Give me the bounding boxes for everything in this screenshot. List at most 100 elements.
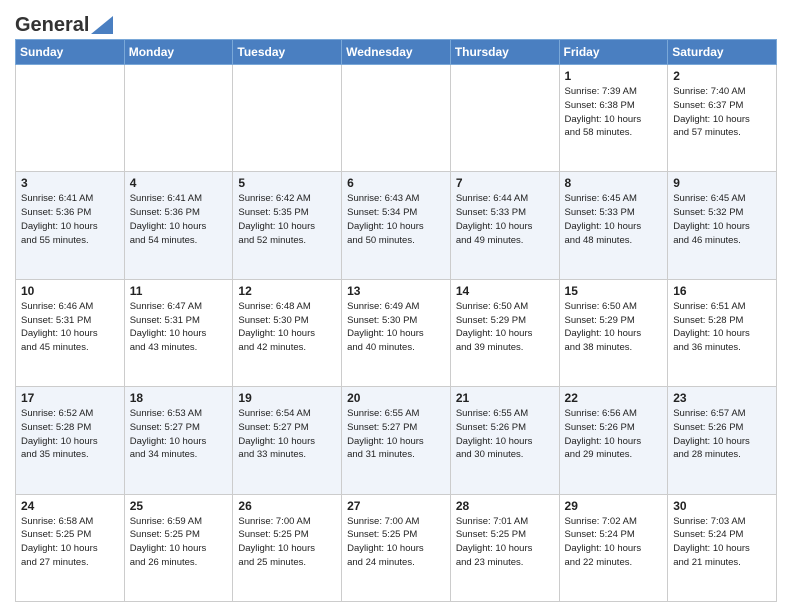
day-cell: 30 Sunrise: 7:03 AM Sunset: 5:24 PM Dayli… bbox=[668, 494, 777, 601]
day-cell: 4Sunrise: 6:41 AM Sunset: 5:36 PM Daylig… bbox=[124, 172, 233, 279]
header-cell-thursday: Thursday bbox=[450, 40, 559, 65]
day-info: Sunrise: 6:52 AM Sunset: 5:28 PM Dayligh… bbox=[21, 407, 119, 462]
day-cell: 9 Sunrise: 6:45 AM Sunset: 5:32 PM Daylig… bbox=[668, 172, 777, 279]
day-number: 20 bbox=[347, 391, 445, 405]
day-cell: 13Sunrise: 6:49 AM Sunset: 5:30 PM Dayli… bbox=[342, 279, 451, 386]
day-number: 7 bbox=[456, 176, 554, 190]
day-number: 3 bbox=[21, 176, 119, 190]
day-cell: 19Sunrise: 6:54 AM Sunset: 5:27 PM Dayli… bbox=[233, 387, 342, 494]
day-cell: 1 Sunrise: 7:39 AM Sunset: 6:38 PM Daylig… bbox=[559, 65, 668, 172]
day-number: 30 bbox=[673, 499, 771, 513]
day-cell: 23Sunrise: 6:57 AM Sunset: 5:26 PM Dayli… bbox=[668, 387, 777, 494]
day-number: 23 bbox=[673, 391, 771, 405]
day-info: Sunrise: 6:41 AM Sunset: 5:36 PM Dayligh… bbox=[21, 192, 119, 247]
week-row-2: 10 Sunrise: 6:46 AM Sunset: 5:31 PM Dayli… bbox=[16, 279, 777, 386]
day-number: 2 bbox=[673, 69, 771, 83]
calendar-header: SundayMondayTuesdayWednesdayThursdayFrid… bbox=[16, 40, 777, 65]
day-cell: 10 Sunrise: 6:46 AM Sunset: 5:31 PM Dayli… bbox=[16, 279, 125, 386]
day-info: Sunrise: 7:03 AM Sunset: 5:24 PM Dayligh… bbox=[673, 515, 771, 570]
day-number: 17 bbox=[21, 391, 119, 405]
day-cell bbox=[342, 65, 451, 172]
day-cell: 27 Sunrise: 7:00 AM Sunset: 5:25 PM Dayli… bbox=[342, 494, 451, 601]
day-cell: 28 Sunrise: 7:01 AM Sunset: 5:25 PM Dayli… bbox=[450, 494, 559, 601]
day-info: Sunrise: 7:02 AM Sunset: 5:24 PM Dayligh… bbox=[565, 515, 663, 570]
day-cell: 24 Sunrise: 6:58 AM Sunset: 5:25 PM Dayli… bbox=[16, 494, 125, 601]
day-info: Sunrise: 6:55 AM Sunset: 5:27 PM Dayligh… bbox=[347, 407, 445, 462]
day-number: 22 bbox=[565, 391, 663, 405]
day-cell bbox=[124, 65, 233, 172]
day-number: 11 bbox=[130, 284, 228, 298]
day-number: 8 bbox=[565, 176, 663, 190]
header-cell-friday: Friday bbox=[559, 40, 668, 65]
day-cell: 25 Sunrise: 6:59 AM Sunset: 5:25 PM Dayli… bbox=[124, 494, 233, 601]
header-row: SundayMondayTuesdayWednesdayThursdayFrid… bbox=[16, 40, 777, 65]
day-cell: 5Sunrise: 6:42 AM Sunset: 5:35 PM Daylig… bbox=[233, 172, 342, 279]
calendar: SundayMondayTuesdayWednesdayThursdayFrid… bbox=[15, 39, 777, 602]
day-cell bbox=[450, 65, 559, 172]
day-number: 10 bbox=[21, 284, 119, 298]
logo-icon bbox=[91, 16, 113, 34]
day-info: Sunrise: 6:51 AM Sunset: 5:28 PM Dayligh… bbox=[673, 300, 771, 355]
day-cell: 17 Sunrise: 6:52 AM Sunset: 5:28 PM Dayli… bbox=[16, 387, 125, 494]
day-number: 15 bbox=[565, 284, 663, 298]
header-cell-sunday: Sunday bbox=[16, 40, 125, 65]
day-number: 25 bbox=[130, 499, 228, 513]
day-number: 1 bbox=[565, 69, 663, 83]
week-row-1: 3 Sunrise: 6:41 AM Sunset: 5:36 PM Daylig… bbox=[16, 172, 777, 279]
day-cell: 16 Sunrise: 6:51 AM Sunset: 5:28 PM Dayli… bbox=[668, 279, 777, 386]
day-number: 19 bbox=[238, 391, 336, 405]
day-cell: 8Sunrise: 6:45 AM Sunset: 5:33 PM Daylig… bbox=[559, 172, 668, 279]
day-info: Sunrise: 7:40 AM Sunset: 6:37 PM Dayligh… bbox=[673, 85, 771, 140]
header-cell-wednesday: Wednesday bbox=[342, 40, 451, 65]
day-number: 14 bbox=[456, 284, 554, 298]
day-number: 4 bbox=[130, 176, 228, 190]
day-number: 5 bbox=[238, 176, 336, 190]
day-cell: 14 Sunrise: 6:50 AM Sunset: 5:29 PM Dayli… bbox=[450, 279, 559, 386]
day-cell: 3 Sunrise: 6:41 AM Sunset: 5:36 PM Daylig… bbox=[16, 172, 125, 279]
header-cell-tuesday: Tuesday bbox=[233, 40, 342, 65]
day-info: Sunrise: 7:39 AM Sunset: 6:38 PM Dayligh… bbox=[565, 85, 663, 140]
header-cell-monday: Monday bbox=[124, 40, 233, 65]
day-info: Sunrise: 6:47 AM Sunset: 5:31 PM Dayligh… bbox=[130, 300, 228, 355]
day-cell: 21 Sunrise: 6:55 AM Sunset: 5:26 PM Dayli… bbox=[450, 387, 559, 494]
header-cell-saturday: Saturday bbox=[668, 40, 777, 65]
day-cell: 11 Sunrise: 6:47 AM Sunset: 5:31 PM Dayli… bbox=[124, 279, 233, 386]
day-info: Sunrise: 6:53 AM Sunset: 5:27 PM Dayligh… bbox=[130, 407, 228, 462]
day-number: 28 bbox=[456, 499, 554, 513]
day-info: Sunrise: 7:00 AM Sunset: 5:25 PM Dayligh… bbox=[238, 515, 336, 570]
day-info: Sunrise: 6:43 AM Sunset: 5:34 PM Dayligh… bbox=[347, 192, 445, 247]
day-cell: 26Sunrise: 7:00 AM Sunset: 5:25 PM Dayli… bbox=[233, 494, 342, 601]
day-info: Sunrise: 6:46 AM Sunset: 5:31 PM Dayligh… bbox=[21, 300, 119, 355]
header: General bbox=[15, 10, 777, 33]
logo: General bbox=[15, 14, 113, 33]
day-cell bbox=[16, 65, 125, 172]
day-info: Sunrise: 6:45 AM Sunset: 5:32 PM Dayligh… bbox=[673, 192, 771, 247]
day-info: Sunrise: 6:50 AM Sunset: 5:29 PM Dayligh… bbox=[565, 300, 663, 355]
day-info: Sunrise: 6:58 AM Sunset: 5:25 PM Dayligh… bbox=[21, 515, 119, 570]
day-info: Sunrise: 7:01 AM Sunset: 5:25 PM Dayligh… bbox=[456, 515, 554, 570]
day-number: 27 bbox=[347, 499, 445, 513]
day-cell: 6Sunrise: 6:43 AM Sunset: 5:34 PM Daylig… bbox=[342, 172, 451, 279]
week-row-4: 24 Sunrise: 6:58 AM Sunset: 5:25 PM Dayli… bbox=[16, 494, 777, 601]
day-cell: 29 Sunrise: 7:02 AM Sunset: 5:24 PM Dayli… bbox=[559, 494, 668, 601]
page: General SundayMondayTuesdayWednesdayThur… bbox=[0, 0, 792, 612]
day-info: Sunrise: 6:55 AM Sunset: 5:26 PM Dayligh… bbox=[456, 407, 554, 462]
day-number: 21 bbox=[456, 391, 554, 405]
day-cell: 12 Sunrise: 6:48 AM Sunset: 5:30 PM Dayli… bbox=[233, 279, 342, 386]
day-number: 16 bbox=[673, 284, 771, 298]
day-info: Sunrise: 6:49 AM Sunset: 5:30 PM Dayligh… bbox=[347, 300, 445, 355]
day-number: 29 bbox=[565, 499, 663, 513]
logo-general: General bbox=[15, 14, 89, 37]
day-cell: 2 Sunrise: 7:40 AM Sunset: 6:37 PM Daylig… bbox=[668, 65, 777, 172]
day-info: Sunrise: 6:50 AM Sunset: 5:29 PM Dayligh… bbox=[456, 300, 554, 355]
day-number: 18 bbox=[130, 391, 228, 405]
day-number: 24 bbox=[21, 499, 119, 513]
day-number: 9 bbox=[673, 176, 771, 190]
day-info: Sunrise: 6:48 AM Sunset: 5:30 PM Dayligh… bbox=[238, 300, 336, 355]
day-info: Sunrise: 6:44 AM Sunset: 5:33 PM Dayligh… bbox=[456, 192, 554, 247]
day-info: Sunrise: 6:56 AM Sunset: 5:26 PM Dayligh… bbox=[565, 407, 663, 462]
day-info: Sunrise: 7:00 AM Sunset: 5:25 PM Dayligh… bbox=[347, 515, 445, 570]
day-info: Sunrise: 6:59 AM Sunset: 5:25 PM Dayligh… bbox=[130, 515, 228, 570]
week-row-0: 1 Sunrise: 7:39 AM Sunset: 6:38 PM Daylig… bbox=[16, 65, 777, 172]
day-number: 12 bbox=[238, 284, 336, 298]
